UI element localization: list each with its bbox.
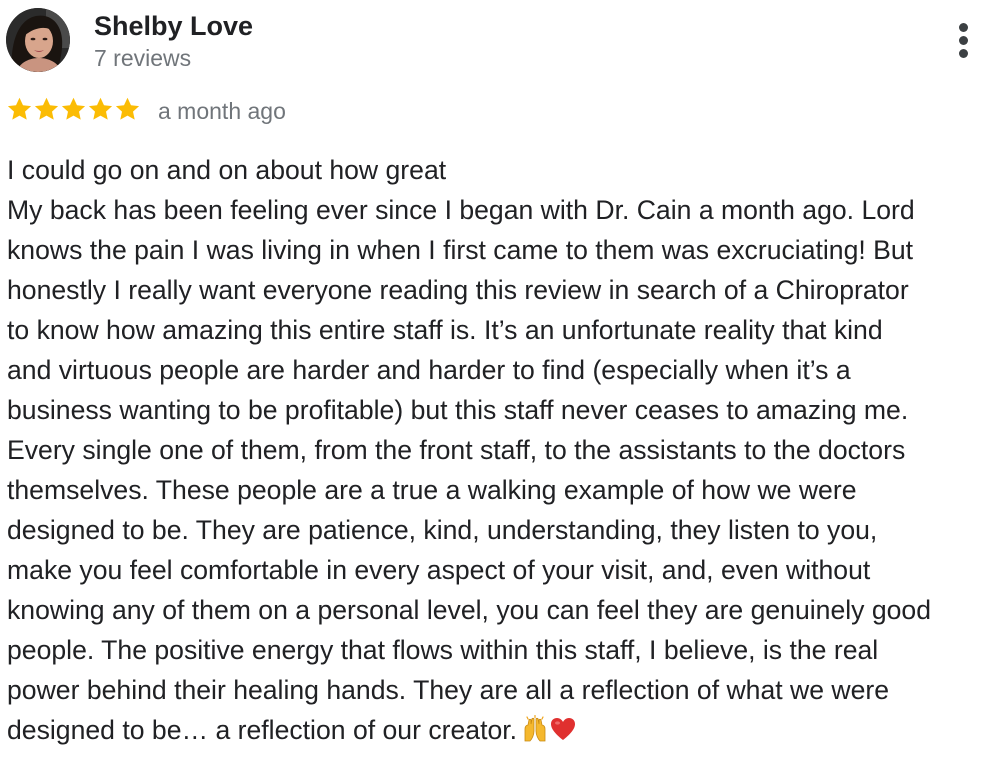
review-line: themselves. These people are a true a wa… [7, 475, 857, 505]
raising-hands-emoji-icon [524, 715, 546, 742]
more-options-button[interactable] [944, 18, 984, 64]
review-line: knowing any of them on a personal level,… [7, 595, 932, 625]
trailing-emoji [521, 715, 577, 755]
star-icon [34, 97, 59, 120]
more-vertical-icon-dot [959, 49, 968, 58]
review-line: to know how amazing this entire staff is… [7, 315, 883, 345]
star-rating [6, 96, 141, 124]
review-line-text: designed to be… a reflection of our crea… [7, 715, 518, 745]
review-line: power behind their healing hands. They a… [7, 675, 890, 705]
reviewer-name[interactable]: Shelby Love [94, 10, 253, 42]
more-vertical-icon-dot [959, 36, 968, 45]
reviewer-review-count[interactable]: 7 reviews [94, 44, 191, 72]
review-line: knows the pain I was living in when I fi… [7, 235, 914, 265]
avatar[interactable] [6, 8, 70, 72]
more-vertical-icon [959, 23, 968, 32]
review-line: business wanting to be profitable) but t… [7, 395, 909, 425]
star-icon [88, 97, 113, 120]
profile-photo-icon [6, 8, 70, 72]
review-line: and virtuous people are harder and harde… [7, 355, 851, 385]
review-card: Shelby Love 7 reviews a month ago I coul… [0, 0, 1002, 760]
review-line: Every single one of them, from the front… [7, 435, 906, 465]
review-date: a month ago [158, 98, 286, 124]
review-line: people. The positive energy that flows w… [7, 635, 879, 665]
review-line: honestly I really want everyone reading … [7, 275, 909, 305]
red-heart-emoji-icon [551, 718, 576, 740]
review-line: My back has been feeling ever since I be… [7, 195, 915, 225]
star-icon [115, 97, 140, 120]
review-line: make you feel comfortable in every aspec… [7, 555, 871, 585]
star-icon [7, 97, 32, 120]
review-line-last: designed to be… a reflection of our crea… [7, 710, 997, 750]
star-icon [61, 97, 86, 120]
review-text: I could go on and on about how great My … [7, 150, 997, 750]
review-line: designed to be. They are patience, kind,… [7, 515, 878, 545]
review-line: I could go on and on about how great [7, 155, 447, 185]
